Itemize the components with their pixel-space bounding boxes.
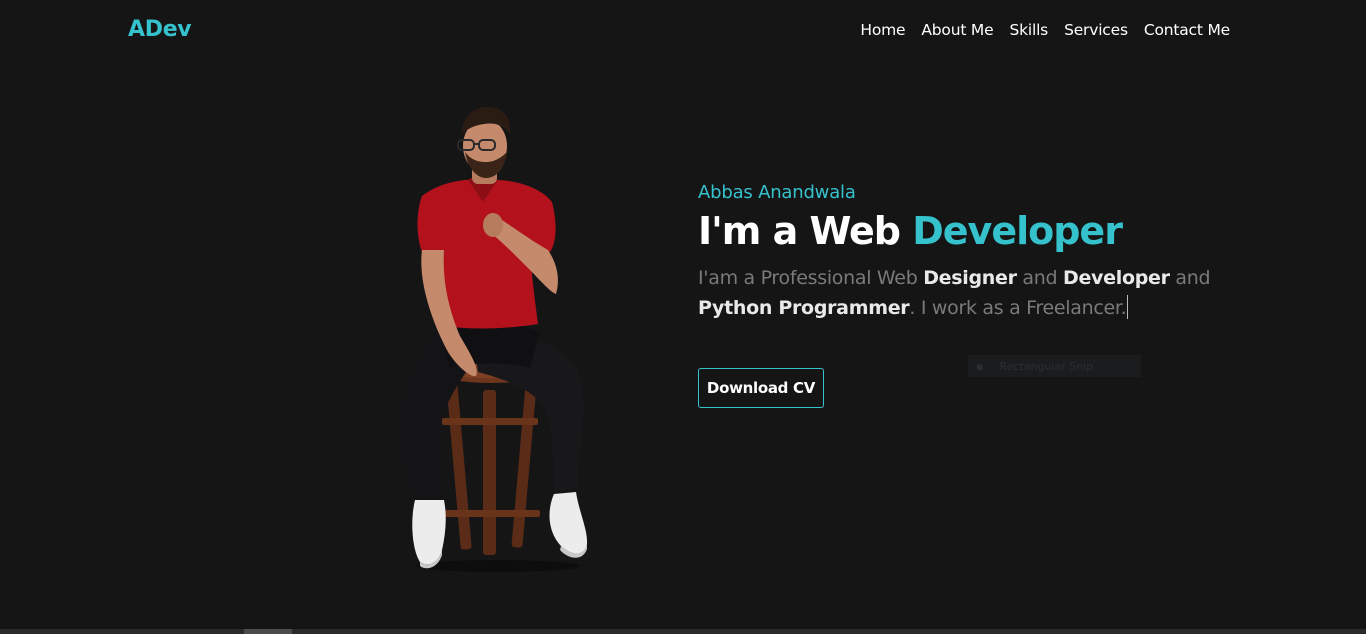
nav-item-services: Services: [1064, 20, 1128, 39]
intro-part-1: I'am a Professional Web: [698, 267, 924, 289]
nav-links: Home About Me Skills Services Contact Me: [860, 20, 1230, 39]
snip-tooltip: ▪ Rectangular Snip: [968, 355, 1141, 377]
scrollbar-thumb[interactable]: [244, 629, 292, 634]
navbar: ADev Home About Me Skills Services Conta…: [0, 0, 1366, 62]
intro-bold-python: Python Programmer: [698, 297, 910, 319]
snip-tooltip-label: Rectangular Snip: [999, 359, 1094, 373]
site-logo[interactable]: ADev: [128, 17, 192, 42]
hero-text: Abbas Anandwala I'm a Web Developer I'am…: [698, 182, 1258, 323]
nav-link-home[interactable]: Home: [860, 21, 905, 39]
intro-part-4: . I work as a Freelancer.: [909, 297, 1127, 319]
download-cv-button[interactable]: Download CV: [698, 368, 824, 408]
intro-part-2: and: [1016, 267, 1063, 289]
nav-link-about-me[interactable]: About Me: [921, 21, 993, 39]
nav-item-about: About Me: [921, 20, 993, 39]
typing-caret: [1127, 295, 1129, 319]
headline-accent: Developer: [912, 209, 1123, 253]
horizontal-scrollbar[interactable]: [0, 629, 1366, 634]
intro-bold-designer: Designer: [923, 267, 1017, 289]
intro-part-3: and: [1169, 267, 1211, 289]
nav-link-contact-me[interactable]: Contact Me: [1144, 21, 1230, 39]
nav-link-services[interactable]: Services: [1064, 21, 1128, 39]
hero-intro: I'am a Professional Web Designer and Dev…: [698, 263, 1243, 323]
nav-item-contact: Contact Me: [1144, 20, 1230, 39]
nav-item-skills: Skills: [1009, 20, 1048, 39]
snip-icon: ▪: [976, 359, 984, 373]
headline-prefix: I'm a Web: [698, 209, 913, 253]
hero-name: Abbas Anandwala: [698, 182, 856, 203]
nav-link-skills[interactable]: Skills: [1009, 21, 1048, 39]
hero-headline: I'm a Web Developer: [698, 209, 1258, 253]
nav-item-home: Home: [860, 20, 905, 39]
hero-profile-photo: [398, 106, 588, 572]
intro-bold-developer: Developer: [1063, 267, 1170, 289]
